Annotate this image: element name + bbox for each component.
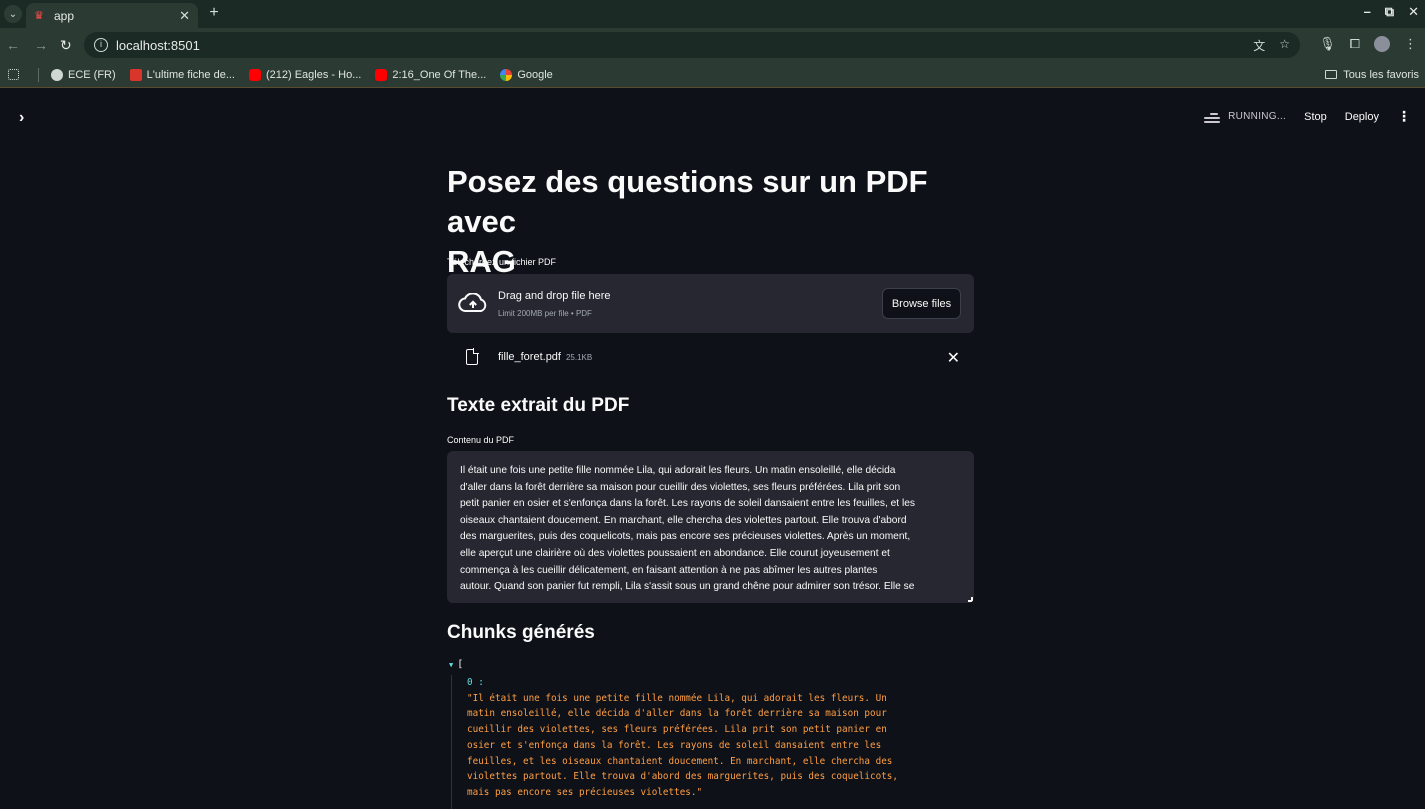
swimmer-icon [1204, 111, 1221, 123]
browser-tab[interactable]: ♛ app ✕ [26, 3, 198, 28]
json-string-line: violettes partout. Elle trouva d'abord d… [467, 771, 898, 783]
translate-icon[interactable]: 文 [1253, 37, 1265, 54]
uploaded-file: fille_foret.pdf 25.1KB ✕ [447, 343, 974, 373]
json-string-line: feuilles, et les oiseaux chantaient douc… [467, 755, 893, 767]
browse-files-button[interactable]: Browse files [882, 288, 961, 319]
resize-handle[interactable] [968, 597, 973, 602]
json-string-line: cueillir des violettes, ses fleurs préfé… [467, 724, 887, 736]
streamlit-app: › RUNNING... Stop Deploy ⋮ Posez des que… [0, 89, 1425, 809]
reload-icon[interactable]: ↻ [60, 37, 72, 54]
json-key: 0 : [467, 677, 484, 688]
file-icon [466, 348, 479, 365]
app-header-actions: RUNNING... Stop Deploy ⋮ [1204, 108, 1411, 125]
json-string-line: "Il était une fois une petite fille nomm… [467, 692, 887, 704]
stop-button[interactable]: Stop [1304, 111, 1327, 123]
extensions-icon[interactable]: ⧠ [1350, 36, 1360, 52]
bookmark-ece[interactable]: ECE (FR) [51, 68, 116, 81]
url-text: localhost:8501 [116, 37, 200, 53]
chunks-heading: Chunks générés [447, 622, 595, 643]
bookmarks-bar: ECE (FR) L'ultime fiche de... (212) Eagl… [0, 62, 1425, 88]
folder-icon [1325, 70, 1338, 79]
bookmark-eagles[interactable]: (212) Eagles - Ho... [248, 68, 361, 81]
tab-search-icon[interactable]: ⌄ [4, 5, 22, 23]
browser-toolbar: ← → ↻ i localhost:8501 文 ☆ 🎙︎ ⧠ ⋮ [0, 28, 1425, 62]
youtube-icon [375, 68, 388, 81]
apps-grid-icon[interactable] [8, 69, 24, 80]
address-bar[interactable]: i localhost:8501 文 ☆ [84, 32, 1300, 58]
json-string-line: mais pas encore ses précieuses violettes… [467, 786, 703, 798]
browser-tab-bar: ⌄ ♛ app ✕ + – ⧉ ✕ [0, 0, 1425, 28]
forward-icon[interactable]: → [34, 37, 48, 53]
main-menu-icon[interactable]: ⋮ [1397, 108, 1411, 125]
all-bookmarks-button[interactable]: Tous les favoris [1325, 69, 1419, 81]
running-status: RUNNING... [1204, 111, 1286, 123]
bookmark-google[interactable]: Google [500, 68, 553, 81]
collapse-caret-icon[interactable]: ▼ [449, 661, 453, 669]
remove-file-icon[interactable]: ✕ [947, 348, 960, 368]
site-favicon-icon [129, 68, 142, 81]
dropzone-instructions: Drag and drop file here [498, 290, 611, 302]
google-icon [500, 68, 513, 81]
bookmarks-divider [38, 67, 39, 82]
globe-icon [51, 68, 63, 81]
json-viewer-header[interactable]: ▼ [ [449, 659, 463, 670]
youtube-icon [248, 68, 261, 81]
json-string-line: matin ensoleillé, elle décida d'aller da… [467, 708, 887, 720]
profile-avatar[interactable] [1374, 36, 1390, 52]
tab-close-icon[interactable]: ✕ [179, 8, 190, 24]
site-info-icon[interactable]: i [94, 38, 108, 52]
streamlit-favicon-icon: ♛ [34, 9, 44, 22]
file-dropzone[interactable]: Drag and drop file here Limit 200MB per … [447, 274, 974, 333]
sidebar-expand-icon[interactable]: › [19, 109, 24, 127]
json-string-line: osier et s'enfonça dans la forêt. Les ra… [467, 739, 882, 751]
pdf-content-textarea[interactable]: Il était une fois une petite fille nommé… [447, 451, 974, 603]
close-window-icon[interactable]: ✕ [1408, 4, 1419, 20]
bookmark-fiche[interactable]: L'ultime fiche de... [129, 68, 235, 81]
back-icon[interactable]: ← [6, 37, 20, 53]
uploader-label: Téléchargez un fichier PDF [447, 257, 557, 267]
restore-icon[interactable]: ⧉ [1385, 4, 1394, 20]
extracted-text-heading: Texte extrait du PDF [447, 395, 630, 416]
tab-title: app [54, 8, 75, 23]
bookmark-one-of-the[interactable]: 2:16_One Of The... [375, 68, 486, 81]
file-size: 25.1KB [565, 353, 593, 362]
minimize-icon[interactable]: – [1364, 4, 1371, 20]
cloud-upload-icon [458, 293, 487, 312]
dropzone-limit: Limit 200MB per file • PDF [498, 309, 592, 318]
new-tab-icon[interactable]: + [205, 4, 223, 22]
json-viewer: 0 : "Il était une fois une petite fille … [451, 675, 971, 809]
bookmark-star-icon[interactable]: ☆ [1279, 37, 1290, 54]
content-label: Contenu du PDF [447, 435, 515, 445]
deploy-button[interactable]: Deploy [1345, 111, 1379, 123]
microphone-icon[interactable]: 🎙︎ [1319, 36, 1336, 52]
file-name: fille_foret.pdf 25.1KB [498, 351, 593, 363]
browser-menu-icon[interactable]: ⋮ [1404, 36, 1417, 52]
